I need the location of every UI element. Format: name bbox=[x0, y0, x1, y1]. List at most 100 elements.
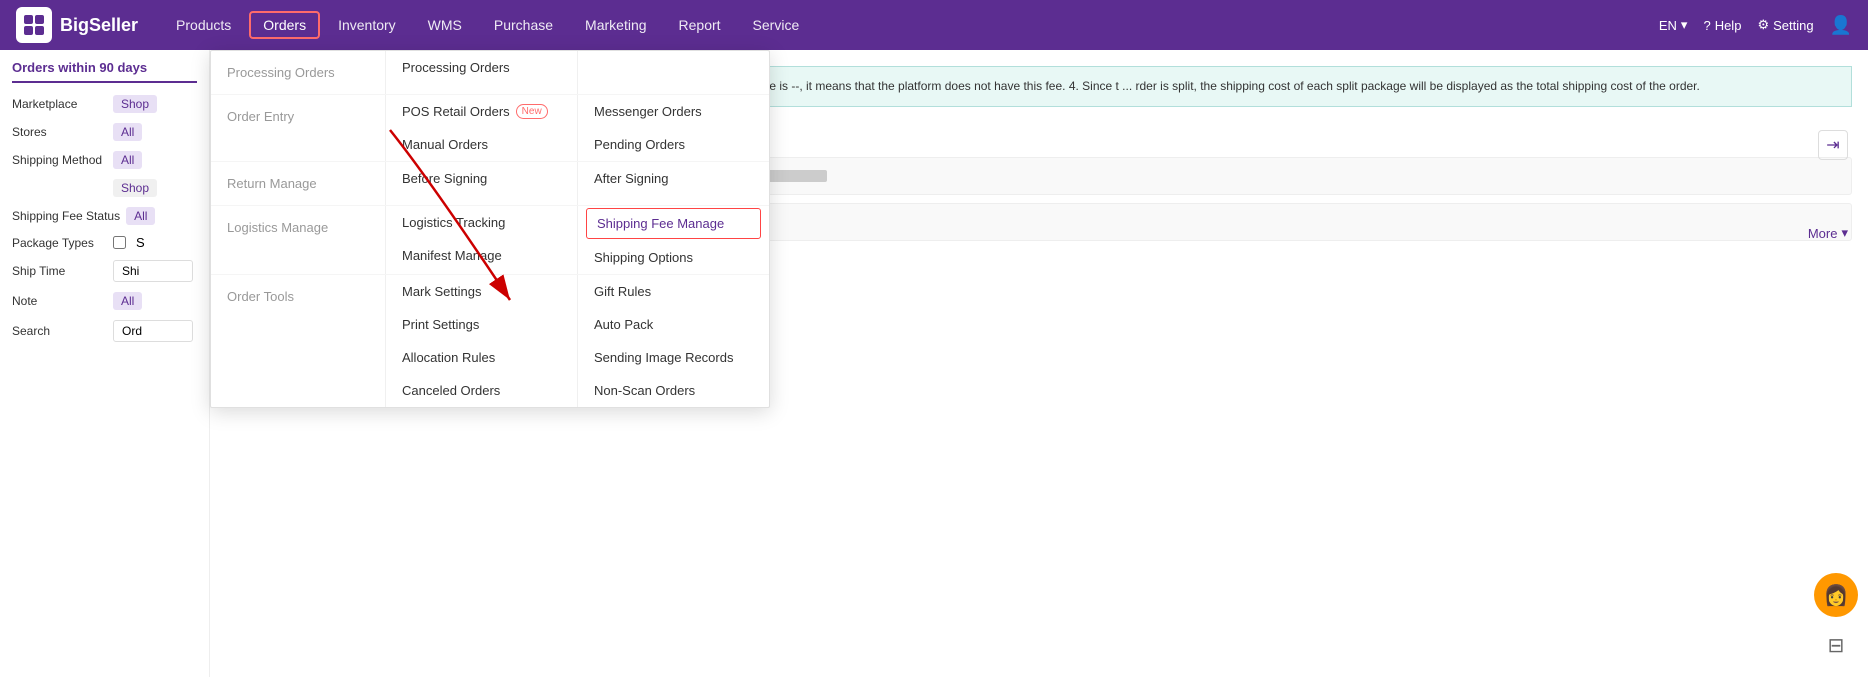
new-badge: New bbox=[516, 104, 548, 119]
filter-shipping-method-all[interactable]: All bbox=[113, 151, 142, 169]
filter-shipping-method-shop[interactable]: Shop bbox=[113, 179, 157, 197]
filter-shipping-fee-value[interactable]: All bbox=[126, 207, 155, 225]
dropdown-item-pos-retail[interactable]: POS Retail Orders New bbox=[386, 95, 577, 128]
filter-marketplace-label: Marketplace bbox=[12, 97, 107, 111]
dropdown-cat-processing: Processing Orders bbox=[211, 51, 386, 94]
dropdown-row-logistics: Logistics Manage Logistics Tracking Mani… bbox=[211, 206, 769, 275]
dropdown-item-mark-settings[interactable]: Mark Settings bbox=[386, 275, 577, 308]
filter-shipping-fee-status: Shipping Fee Status All bbox=[12, 207, 197, 225]
filter-note-label: Note bbox=[12, 294, 107, 308]
nav-purchase[interactable]: Purchase bbox=[480, 11, 567, 39]
dropdown-col-tools-right: Gift Rules Auto Pack Sending Image Recor… bbox=[578, 275, 769, 407]
dropdown-col-processing-left: Processing Orders bbox=[386, 51, 578, 94]
filter-package-types-checkbox[interactable] bbox=[113, 236, 126, 249]
dropdown-items-tools: Mark Settings Print Settings Allocation … bbox=[386, 275, 769, 407]
dropdown-item-sending-image[interactable]: Sending Image Records bbox=[578, 341, 769, 374]
nav-wms[interactable]: WMS bbox=[414, 11, 476, 39]
sidebar-section-title: Orders within 90 days bbox=[12, 60, 197, 83]
main-area: Orders within 90 days Marketplace Shop S… bbox=[0, 50, 1868, 677]
nav-report[interactable]: Report bbox=[665, 11, 735, 39]
export-icon-button[interactable]: ⇥ bbox=[1818, 130, 1848, 160]
dropdown-item-print-settings[interactable]: Print Settings bbox=[386, 308, 577, 341]
filter-ship-time: Ship Time bbox=[12, 260, 197, 282]
dropdown-item-after-signing[interactable]: After Signing bbox=[578, 162, 769, 195]
dropdown-item-logistics-tracking[interactable]: Logistics Tracking bbox=[386, 206, 577, 239]
filter-stores-label: Stores bbox=[12, 125, 107, 139]
orders-dropdown-menu: Processing Orders Processing Orders Orde… bbox=[210, 50, 770, 408]
dropdown-col-return-left: Before Signing bbox=[386, 162, 578, 205]
help-button[interactable]: ? Help bbox=[1703, 18, 1741, 33]
filter-shipping-fee-label: Shipping Fee Status bbox=[12, 209, 120, 223]
dropdown-row-processing: Processing Orders Processing Orders bbox=[211, 51, 769, 95]
bottom-utility-icon[interactable]: ⊟ bbox=[1814, 623, 1858, 667]
more-chevron-icon: ▾ bbox=[1841, 225, 1848, 241]
dropdown-item-canceled-orders[interactable]: Canceled Orders bbox=[386, 374, 577, 407]
filter-note-value[interactable]: All bbox=[113, 292, 142, 310]
dropdown-col-tools-left: Mark Settings Print Settings Allocation … bbox=[386, 275, 578, 407]
filter-marketplace: Marketplace Shop bbox=[12, 95, 197, 113]
dropdown-row-return: Return Manage Before Signing After Signi… bbox=[211, 162, 769, 206]
dropdown-col-order-entry-left: POS Retail Orders New Manual Orders bbox=[386, 95, 578, 161]
nav-products[interactable]: Products bbox=[162, 11, 245, 39]
nav-marketing[interactable]: Marketing bbox=[571, 11, 660, 39]
dropdown-cat-tools: Order Tools bbox=[211, 275, 386, 407]
nav-inventory[interactable]: Inventory bbox=[324, 11, 410, 39]
filter-package-types-label: Package Types bbox=[12, 236, 107, 250]
dropdown-item-non-scan[interactable]: Non-Scan Orders bbox=[578, 374, 769, 407]
dropdown-cat-return: Return Manage bbox=[211, 162, 386, 205]
dropdown-item-manual-orders[interactable]: Manual Orders bbox=[386, 128, 577, 161]
dropdown-col-return-right: After Signing bbox=[578, 162, 769, 205]
dropdown-col-logistics-right: Shipping Fee Manage Shipping Options bbox=[578, 206, 769, 274]
top-navigation: BigSeller Products Orders Inventory WMS … bbox=[0, 0, 1868, 50]
filter-search-label: Search bbox=[12, 324, 107, 338]
filter-stores: Stores All bbox=[12, 123, 197, 141]
dropdown-col-processing-right bbox=[578, 51, 769, 94]
dropdown-items-order-entry: POS Retail Orders New Manual Orders Mess… bbox=[386, 95, 769, 161]
nav-right: EN ▾ ? Help ⚙ Setting 👤 bbox=[1659, 15, 1852, 36]
dropdown-item-gift-rules[interactable]: Gift Rules bbox=[578, 275, 769, 308]
dropdown-item-allocation-rules[interactable]: Allocation Rules bbox=[386, 341, 577, 374]
dropdown-item-shipping-fee-manage[interactable]: Shipping Fee Manage bbox=[586, 208, 761, 239]
dropdown-item-processing-orders[interactable]: Processing Orders bbox=[386, 51, 577, 84]
setting-button[interactable]: ⚙ Setting bbox=[1757, 17, 1813, 33]
dropdown-item-before-signing[interactable]: Before Signing bbox=[386, 162, 577, 195]
filter-stores-value[interactable]: All bbox=[113, 123, 142, 141]
sidebar: Orders within 90 days Marketplace Shop S… bbox=[0, 50, 210, 677]
filter-note: Note All bbox=[12, 292, 197, 310]
logo-text: BigSeller bbox=[60, 15, 138, 36]
filter-ship-time-label: Ship Time bbox=[12, 264, 107, 278]
filter-shipping-method: Shipping Method All bbox=[12, 151, 197, 169]
dropdown-row-order-entry: Order Entry POS Retail Orders New Manual… bbox=[211, 95, 769, 162]
filter-search: Search bbox=[12, 320, 197, 342]
dropdown-item-manifest-manage[interactable]: Manifest Manage bbox=[386, 239, 577, 272]
dropdown-row-tools: Order Tools Mark Settings Print Settings… bbox=[211, 275, 769, 407]
dropdown-items-processing: Processing Orders bbox=[386, 51, 769, 94]
language-selector[interactable]: EN ▾ bbox=[1659, 17, 1688, 33]
dropdown-item-shipping-options[interactable]: Shipping Options bbox=[578, 241, 769, 274]
nav-orders[interactable]: Orders bbox=[249, 11, 320, 39]
dropdown-item-messenger-orders[interactable]: Messenger Orders bbox=[578, 95, 769, 128]
customer-service-icon[interactable]: 👩 bbox=[1814, 573, 1858, 617]
filter-package-types: Package Types S bbox=[12, 235, 197, 250]
dropdown-cat-logistics: Logistics Manage bbox=[211, 206, 386, 274]
filter-marketplace-value[interactable]: Shop bbox=[113, 95, 157, 113]
dropdown-col-order-entry-right: Messenger Orders Pending Orders bbox=[578, 95, 769, 161]
filter-package-types-value: S bbox=[136, 235, 145, 250]
export-icon: ⇥ bbox=[1826, 135, 1839, 155]
dropdown-item-pending-orders[interactable]: Pending Orders bbox=[578, 128, 769, 161]
user-avatar[interactable]: 👤 bbox=[1830, 15, 1852, 36]
nav-service[interactable]: Service bbox=[739, 11, 814, 39]
more-button[interactable]: More ▾ bbox=[1808, 225, 1848, 241]
dropdown-cat-order-entry: Order Entry bbox=[211, 95, 386, 161]
dropdown-item-auto-pack[interactable]: Auto Pack bbox=[578, 308, 769, 341]
filter-search-input[interactable] bbox=[113, 320, 193, 342]
filter-shipping-method-label: Shipping Method bbox=[12, 153, 107, 167]
more-label: More bbox=[1808, 226, 1838, 241]
filter-ship-time-input[interactable] bbox=[113, 260, 193, 282]
dropdown-col-logistics-left: Logistics Tracking Manifest Manage bbox=[386, 206, 578, 274]
filter-shipping-method-2: Shop bbox=[12, 179, 197, 197]
logo-icon[interactable] bbox=[16, 7, 52, 43]
dropdown-items-return: Before Signing After Signing bbox=[386, 162, 769, 205]
dropdown-items-logistics: Logistics Tracking Manifest Manage Shipp… bbox=[386, 206, 769, 274]
logo-area: BigSeller bbox=[16, 7, 138, 43]
